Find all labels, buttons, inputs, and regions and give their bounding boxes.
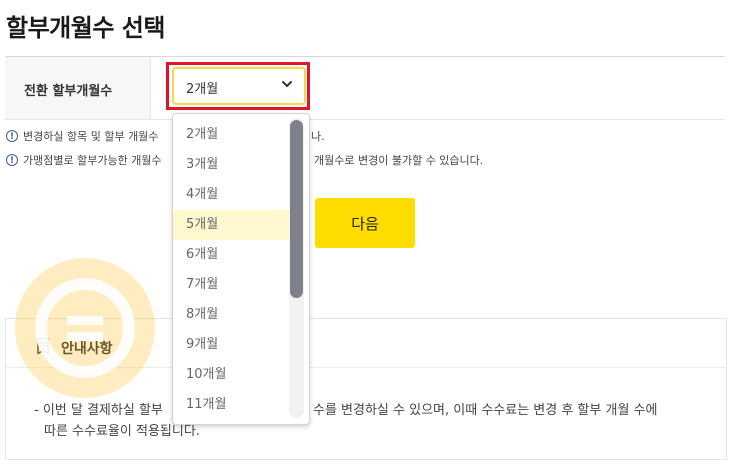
dropdown-option-11[interactable]: 11개월 bbox=[173, 390, 291, 420]
exclamation-icon: ! bbox=[6, 154, 18, 166]
months-dropdown-list[interactable]: 2개월 3개월 4개월 5개월 6개월 7개월 8개월 9개월 10개월 11개… bbox=[172, 113, 310, 425]
document-icon bbox=[37, 337, 49, 355]
guide-title: 안내사항 bbox=[61, 341, 113, 357]
page-title: 할부개월수 선택 bbox=[6, 14, 165, 42]
notice-item-1: ! 변경하실 항목 및 할부 개월수 bbox=[6, 128, 158, 144]
installment-months-label: 전환 할부개월수 bbox=[24, 84, 113, 99]
dropdown-option-8[interactable]: 8개월 bbox=[173, 300, 291, 330]
notice-item-2: ! 가맹점별로 할부가능한 개월수 bbox=[6, 152, 162, 168]
form-label-cell: 전환 할부개월수 bbox=[5, 57, 151, 119]
installment-form-row: 전환 할부개월수 bbox=[5, 56, 725, 120]
dropdown-option-6[interactable]: 6개월 bbox=[173, 240, 291, 270]
dropdown-scroll-thumb[interactable] bbox=[290, 120, 303, 298]
notice-text: 가맹점별로 할부가능한 개월수 bbox=[23, 154, 162, 167]
notice-text-tail: 개월수로 변경이 불가할 수 있습니다. bbox=[314, 154, 484, 167]
guide-box: 안내사항 - 이번 달 결제하실 할부 수를 변경하실 수 있으며, 이때 수수… bbox=[5, 318, 727, 460]
select-value: 2개월 bbox=[186, 82, 219, 97]
guide-divider bbox=[6, 367, 726, 368]
exclamation-icon: ! bbox=[6, 130, 18, 142]
installment-months-select[interactable]: 2개월 bbox=[172, 67, 306, 105]
dropdown-option-7[interactable]: 7개월 bbox=[173, 270, 291, 300]
dropdown-option-9[interactable]: 9개월 bbox=[173, 330, 291, 360]
next-button[interactable]: 다음 bbox=[315, 198, 415, 248]
notice-text-tail: 나. bbox=[311, 130, 325, 143]
dropdown-option-5[interactable]: 5개월 bbox=[173, 210, 291, 240]
chevron-down-icon bbox=[282, 81, 292, 87]
dropdown-option-4[interactable]: 4개월 bbox=[173, 180, 291, 210]
dropdown-option-2[interactable]: 2개월 bbox=[173, 120, 291, 150]
dropdown-option-10[interactable]: 10개월 bbox=[173, 360, 291, 390]
guide-text-line1-left: - 이번 달 결제하실 할부 bbox=[34, 403, 163, 418]
dropdown-option-3[interactable]: 3개월 bbox=[173, 150, 291, 180]
notice-text: 변경하실 항목 및 할부 개월수 bbox=[23, 130, 159, 143]
guide-text-line1-right: 수를 변경하실 수 있으며, 이때 수수료는 변경 후 할부 개월 수에 bbox=[313, 403, 658, 418]
